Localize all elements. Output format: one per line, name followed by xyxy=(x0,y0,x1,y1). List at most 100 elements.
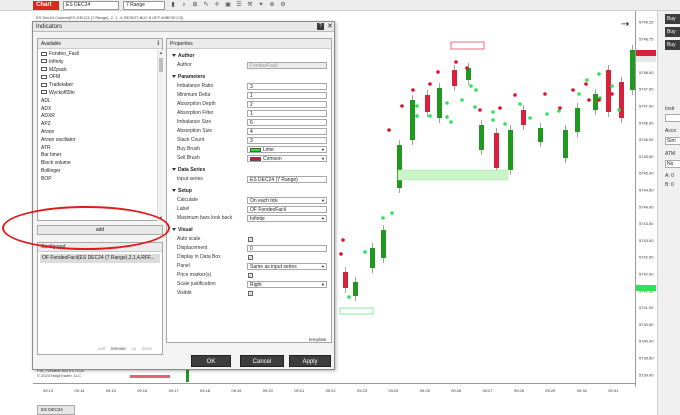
prop-parameter-label: Absorption Filter xyxy=(177,110,214,116)
prop-calculate-label: Calculate xyxy=(177,197,198,203)
atm-box[interactable]: No xyxy=(665,160,680,168)
sell-imbalance-dot xyxy=(587,98,591,102)
price-tick-label: 5741.00 xyxy=(639,305,654,310)
prop-parameter-value[interactable]: 2 xyxy=(247,101,327,108)
template-link[interactable]: template xyxy=(309,337,326,342)
folder-icon xyxy=(41,90,47,95)
configured-up-link[interactable]: up xyxy=(131,346,136,351)
price-tick-label: 5744.00 xyxy=(639,204,654,209)
sell-imbalance-dot xyxy=(543,92,547,96)
indicator-list-item[interactable]: ATR xyxy=(38,145,156,153)
indicator-list-item[interactable]: Wyckoff2ltn xyxy=(38,90,156,98)
ok-button[interactable]: OK xyxy=(191,355,231,367)
instrument-box[interactable] xyxy=(665,114,680,122)
buy-imbalance-dot xyxy=(545,112,549,116)
prop-sell-brush: Sell Brush Crimson ▼ xyxy=(167,154,331,163)
indicator-list-item[interactable]: OFM xyxy=(38,74,156,82)
calculate-select[interactable]: On each tick ▼ xyxy=(247,197,327,204)
prop-panel-label: Panel xyxy=(177,263,190,269)
indicator-list-item[interactable]: Bollinger xyxy=(38,168,156,176)
chart-trader-panel: Buy Buy Buy Instr Acco Sim ATM No A: 0 B… xyxy=(657,11,680,415)
label-field[interactable]: OF FondeoFacil xyxy=(247,206,327,213)
sell-imbalance-dot xyxy=(610,92,614,96)
collapse-icon xyxy=(172,167,176,171)
auto-scale-checkbox[interactable]: ✓ xyxy=(248,237,253,242)
properties-grid: Properties Author Author FondeoFacil Par… xyxy=(166,38,332,343)
indicator-list-item[interactable]: Fondeo_Facil xyxy=(38,51,156,59)
indicator-list-item[interactable]: Tradelaber xyxy=(38,82,156,90)
available-scrollbar[interactable]: ▲ ▼ xyxy=(157,50,163,221)
buy-imbalance-dot xyxy=(474,88,478,92)
buy-stop-button[interactable]: Buy xyxy=(665,40,680,50)
indicator-list-item[interactable]: ADX xyxy=(38,106,156,114)
chart-bottom-tab[interactable]: ES DEC24 xyxy=(37,405,75,415)
close-icon[interactable]: ✕ xyxy=(326,22,334,31)
time-tick-label: 09:18 xyxy=(200,388,211,393)
section-parameters[interactable]: Parameters xyxy=(167,73,331,82)
indicator-list-item[interactable]: APZ xyxy=(38,121,156,129)
panel-select[interactable]: Same as input series ▼ xyxy=(247,263,327,270)
configured-item[interactable]: OF FondeoFacil(ES DEC24 (7 Range),2,1,4,… xyxy=(40,254,160,263)
prop-parameter: Imbalance Ratio 3 xyxy=(167,82,331,91)
price-tick-label: 5740.50 xyxy=(639,322,654,327)
indicator-list-item[interactable]: ADXR xyxy=(38,113,156,121)
configured-add-link[interactable]: add xyxy=(98,346,106,351)
apply-button[interactable]: Apply xyxy=(289,355,331,367)
buy-market-button[interactable]: Buy xyxy=(665,14,680,24)
indicator-list-item[interactable]: ADL xyxy=(38,98,156,106)
time-tick-label: 09:13 xyxy=(43,388,54,393)
section-visual[interactable]: Visual xyxy=(167,226,331,235)
prop-parameter-value[interactable]: 6 xyxy=(247,119,327,126)
scroll-up-icon[interactable]: ▲ xyxy=(158,50,164,55)
time-tick-label: 09:25 xyxy=(420,388,431,393)
buy-brush-picker[interactable]: Lime ▼ xyxy=(247,146,327,153)
account-label: Acco xyxy=(665,128,677,134)
indicator-list-item-label: ADL xyxy=(41,97,51,104)
max-bars-select[interactable]: Infinite ▼ xyxy=(247,215,327,222)
prop-parameter-value[interactable]: 3 xyxy=(247,83,327,90)
visible-checkbox[interactable]: ✓ xyxy=(248,291,253,296)
prop-parameter: Absorption Filter 1 xyxy=(167,109,331,118)
cancel-button[interactable]: Cancel xyxy=(240,355,284,367)
configured-indicators-list[interactable]: Configured OF FondeoFacil(ES DEC24 (7 Ra… xyxy=(37,242,163,355)
prop-label-label: Label xyxy=(177,206,190,212)
prop-parameter: Absorption Size 4 xyxy=(167,127,331,136)
buy-limit-button[interactable]: Buy xyxy=(665,27,680,37)
indicator-list-item[interactable]: Aroon xyxy=(38,129,156,137)
prop-parameter-value[interactable]: 3 xyxy=(247,137,327,144)
buy-imbalance-dot xyxy=(445,101,449,105)
bull-candle xyxy=(370,248,375,268)
section-data-series[interactable]: Data Series xyxy=(167,166,331,175)
indicator-list-item[interactable]: Block volume xyxy=(38,160,156,168)
prop-parameter-value[interactable]: 1 xyxy=(247,92,327,99)
configured-remove-link[interactable]: remove xyxy=(111,346,126,351)
indicator-list-item[interactable]: Aroon oscillator xyxy=(38,137,156,145)
configured-down-link[interactable]: down xyxy=(141,346,152,351)
account-box[interactable]: Sim xyxy=(665,137,680,145)
section-setup[interactable]: Setup xyxy=(167,187,331,196)
data-box-checkbox[interactable]: ✓ xyxy=(248,255,253,260)
price-tick-label: 5745.00 xyxy=(639,171,654,176)
bear-candle xyxy=(494,133,499,168)
info-icon[interactable]: i xyxy=(157,39,159,49)
indicator-list-item[interactable]: Bar timer xyxy=(38,152,156,160)
section-author[interactable]: Author xyxy=(167,52,331,61)
price-markers-checkbox[interactable]: ✓ xyxy=(248,273,253,278)
indicator-list-item[interactable]: MZpack xyxy=(38,67,156,75)
available-indicators-list[interactable]: Available i Fondeo_Facil Infinity MZpack OF… xyxy=(37,38,163,221)
help-icon[interactable]: ? xyxy=(317,23,324,30)
prop-parameter: Minimum Delta 1 xyxy=(167,91,331,100)
scale-justification-select[interactable]: Right ▼ xyxy=(247,281,327,288)
prop-parameter-value[interactable]: 1 xyxy=(247,110,327,117)
displacement-field[interactable]: 0 xyxy=(247,245,327,252)
sell-brush-picker[interactable]: Crimson ▼ xyxy=(247,155,327,162)
indicator-list-item[interactable]: BOP xyxy=(38,176,156,184)
input-series-field[interactable]: ES DEC24 (7 Range) xyxy=(247,176,327,183)
prop-visible-label: Visible xyxy=(177,290,192,296)
indicator-list-item[interactable]: Infinity xyxy=(38,59,156,67)
time-tick-label: 09:14 xyxy=(74,388,85,393)
prop-buy-brush: Buy Brush Lime ▼ xyxy=(167,145,331,154)
scroll-thumb[interactable] xyxy=(159,58,163,72)
prop-parameter-value[interactable]: 4 xyxy=(247,128,327,135)
buy-imbalance-dot xyxy=(415,104,419,108)
